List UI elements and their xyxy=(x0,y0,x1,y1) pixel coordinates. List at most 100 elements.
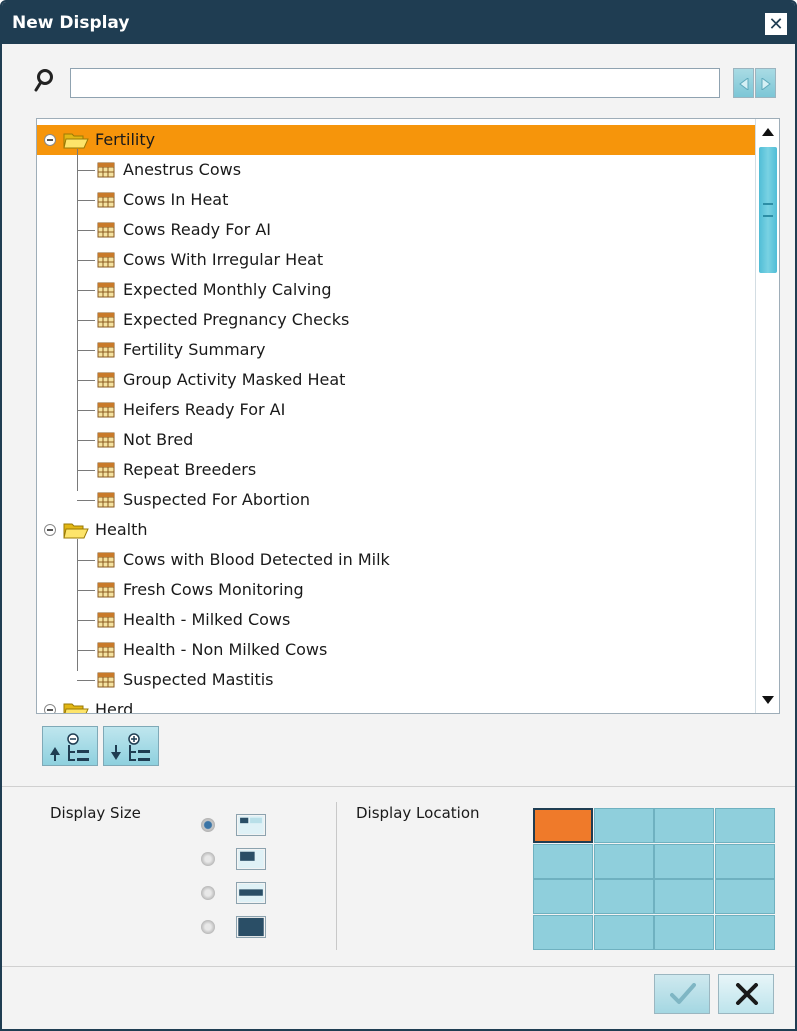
tree-item[interactable]: Suspected For Abortion xyxy=(71,485,751,515)
search-icon xyxy=(34,69,53,92)
folder-icon xyxy=(63,523,89,539)
display-location-cell[interactable] xyxy=(593,843,654,879)
tree-item[interactable]: Suspected Mastitis xyxy=(71,665,751,695)
report-grid-icon xyxy=(97,462,115,478)
display-size-radio[interactable] xyxy=(201,818,215,832)
display-location-cell[interactable] xyxy=(533,843,593,879)
collapse-all-button[interactable] xyxy=(42,726,98,766)
section-divider-top xyxy=(2,786,795,787)
display-location-cell[interactable] xyxy=(714,914,775,950)
expand-all-button[interactable] xyxy=(103,726,159,766)
tree-item[interactable]: Repeat Breeders xyxy=(71,455,751,485)
display-location-cell[interactable] xyxy=(654,843,714,879)
tree-item[interactable]: Cows with Blood Detected in Milk xyxy=(71,545,751,575)
tree-item[interactable]: Not Bred xyxy=(71,425,751,455)
display-size-radio[interactable] xyxy=(201,886,215,900)
collapse-toggle-icon[interactable] xyxy=(44,704,56,713)
report-grid-icon xyxy=(97,162,115,178)
tree-group[interactable]: Health xyxy=(37,515,755,545)
tree-item-label: Cows Ready For AI xyxy=(123,220,271,239)
tree-group-label: Health xyxy=(95,520,148,539)
tree-item[interactable]: Cows With Irregular Heat xyxy=(71,245,751,275)
scroll-down-arrow-icon[interactable] xyxy=(761,693,775,707)
report-grid-icon xyxy=(97,222,115,238)
display-location-cell[interactable] xyxy=(654,914,714,950)
tree-group[interactable]: Fertility xyxy=(37,125,755,155)
collapse-toggle-icon[interactable] xyxy=(44,524,56,536)
display-location-cell[interactable] xyxy=(714,843,775,879)
tree-item-label: Group Activity Masked Heat xyxy=(123,370,346,389)
tree-item[interactable]: Anestrus Cows xyxy=(71,155,751,185)
display-location-label: Display Location xyxy=(356,804,480,822)
report-grid-icon xyxy=(97,552,115,568)
tree-item-label: Cows With Irregular Heat xyxy=(123,250,324,269)
tree-group[interactable]: Herd xyxy=(37,695,755,714)
display-size-radio[interactable] xyxy=(201,852,215,866)
display-location-cell[interactable] xyxy=(714,808,775,843)
tree-item[interactable]: Fertility Summary xyxy=(71,335,751,365)
display-location-cell[interactable] xyxy=(533,879,593,914)
close-button[interactable]: ✕ xyxy=(765,13,787,35)
display-location-cell[interactable] xyxy=(654,808,714,843)
report-grid-icon xyxy=(97,282,115,298)
tree-item[interactable]: Health - Milked Cows xyxy=(71,605,751,635)
display-location-cell[interactable] xyxy=(654,879,714,914)
report-grid-icon xyxy=(97,612,115,628)
display-location-grid xyxy=(533,808,775,950)
report-grid-icon xyxy=(97,672,115,688)
tree-item-label: Cows with Blood Detected in Milk xyxy=(123,550,390,569)
tree-item[interactable]: Expected Pregnancy Checks xyxy=(71,305,751,335)
report-grid-icon xyxy=(97,432,115,448)
scroll-up-arrow-icon[interactable] xyxy=(761,125,775,139)
arrow-right-icon xyxy=(761,78,771,90)
small-icon[interactable] xyxy=(236,814,266,836)
report-grid-icon xyxy=(97,342,115,358)
search-prev-button[interactable] xyxy=(733,68,754,98)
display-location-cell[interactable] xyxy=(533,808,593,843)
folder-icon xyxy=(63,703,89,713)
dialog-title: New Display xyxy=(12,13,130,33)
display-size-radio[interactable] xyxy=(201,920,215,934)
report-grid-icon xyxy=(97,402,115,418)
report-grid-icon xyxy=(97,642,115,658)
new-display-dialog: New Display ✕ Fertility Anestrus Cows Cows… xyxy=(0,0,797,1031)
scroll-thumb[interactable] xyxy=(759,147,777,273)
display-location-cell[interactable] xyxy=(593,879,654,914)
report-grid-icon xyxy=(97,492,115,508)
tree-item-label: Repeat Breeders xyxy=(123,460,257,479)
tree-item-label: Expected Pregnancy Checks xyxy=(123,310,350,329)
tree-group-label: Fertility xyxy=(95,130,156,149)
tree-item-label: Not Bred xyxy=(123,430,194,449)
tree-group-label: Herd xyxy=(95,700,134,714)
tree-item[interactable]: Health - Non Milked Cows xyxy=(71,635,751,665)
full-icon[interactable] xyxy=(236,916,266,938)
tree-item[interactable]: Expected Monthly Calving xyxy=(71,275,751,305)
arrow-left-icon xyxy=(739,78,749,90)
tree-item[interactable]: Heifers Ready For AI xyxy=(71,395,751,425)
tree-item[interactable]: Group Activity Masked Heat xyxy=(71,365,751,395)
report-grid-icon xyxy=(97,252,115,268)
collapse-toggle-icon[interactable] xyxy=(44,134,56,146)
search-input[interactable] xyxy=(70,68,720,98)
display-location-cell[interactable] xyxy=(533,914,593,950)
tree-item-label: Anestrus Cows xyxy=(123,160,242,179)
section-vertical-divider xyxy=(336,802,337,950)
display-location-cell[interactable] xyxy=(714,879,775,914)
expand-all-icon xyxy=(111,733,150,761)
display-location-cell[interactable] xyxy=(593,808,654,843)
tree-item[interactable]: Cows In Heat xyxy=(71,185,751,215)
tree-item[interactable]: Cows Ready For AI xyxy=(71,215,751,245)
display-location-cell[interactable] xyxy=(593,914,654,950)
report-grid-icon xyxy=(97,312,115,328)
tree-item-label: Health - Non Milked Cows xyxy=(123,640,328,659)
tree-item-label: Expected Monthly Calving xyxy=(123,280,332,299)
ok-button[interactable] xyxy=(654,974,710,1014)
tree-item-label: Fertility Summary xyxy=(123,340,266,359)
collapse-all-icon xyxy=(50,733,89,761)
tree-scrollbar[interactable] xyxy=(755,119,779,713)
cancel-button[interactable] xyxy=(718,974,774,1014)
tree-item[interactable]: Fresh Cows Monitoring xyxy=(71,575,751,605)
wide-icon[interactable] xyxy=(236,882,266,904)
medium-icon[interactable] xyxy=(236,848,266,870)
search-next-button[interactable] xyxy=(755,68,776,98)
